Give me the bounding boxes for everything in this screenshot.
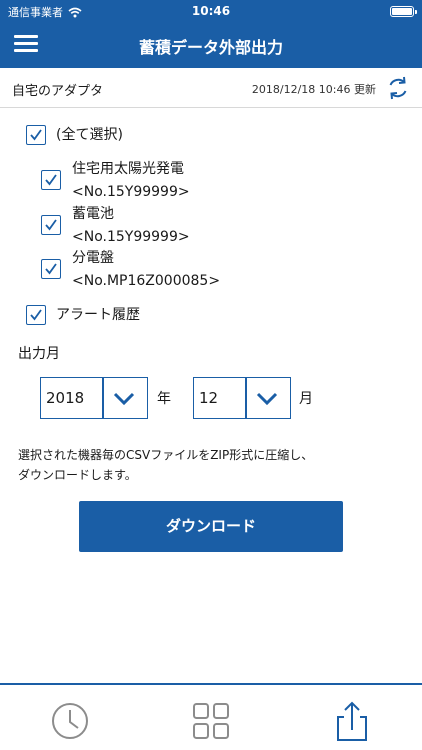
device-serial-solar: <No.15Y99999>: [72, 184, 190, 200]
device-serial-panel: <No.MP16Z000085>: [72, 273, 221, 289]
last-updated: 2018/12/18 10:46 更新: [251, 83, 376, 96]
month-select[interactable]: 12: [193, 377, 291, 419]
tab-menu[interactable]: [189, 699, 233, 743]
year-select[interactable]: 2018: [40, 377, 148, 419]
chevron-down-icon: [256, 392, 278, 406]
tab-bar: [0, 683, 422, 750]
status-time: 10:46: [191, 4, 231, 18]
device-serial-battery: <No.15Y99999>: [72, 229, 190, 245]
share-icon: [337, 701, 367, 741]
battery-icon: [390, 6, 417, 17]
month-value: 12: [199, 389, 219, 407]
device-label-battery: 蓄電池: [72, 206, 114, 222]
refresh-icon: [389, 76, 407, 100]
refresh-button[interactable]: [384, 74, 412, 102]
device-checkbox-solar[interactable]: [41, 170, 61, 190]
device-checkbox-battery[interactable]: [41, 215, 61, 235]
checkmark-icon: [30, 129, 42, 141]
note-line-2: ダウンロードします。: [18, 468, 137, 482]
device-row: 自宅のアダプタ 2018/12/18 10:46 更新: [0, 68, 422, 108]
app-header: 通信事業者 10:46 蓄積データ外部出力: [0, 0, 422, 68]
chevron-down-icon: [113, 392, 135, 406]
nav-bar: 蓄積データ外部出力: [0, 22, 422, 68]
device-name: 自宅のアダプタ: [12, 84, 104, 99]
tab-export[interactable]: [330, 699, 374, 743]
select-all-checkbox[interactable]: [26, 125, 46, 145]
checkmark-icon: [45, 219, 57, 231]
clock-icon: [52, 703, 88, 739]
output-month-label: 出力月: [18, 346, 60, 362]
month-unit: 月: [299, 391, 313, 407]
tab-history[interactable]: [48, 699, 92, 743]
device-label-solar: 住宅用太陽光発電: [72, 161, 184, 177]
alert-history-checkbox[interactable]: [26, 305, 46, 325]
device-checkbox-panel[interactable]: [41, 259, 61, 279]
year-unit: 年: [157, 391, 171, 407]
download-button[interactable]: ダウンロード: [79, 501, 343, 552]
download-note: 選択された機器毎のCSVファイルをZIP形式に圧縮し、 ダウンロードします。: [18, 445, 408, 485]
checkmark-icon: [45, 174, 57, 186]
grid-icon: [193, 703, 229, 739]
device-label-panel: 分電盤: [72, 250, 114, 266]
status-bar: 通信事業者 10:46: [0, 0, 422, 22]
note-line-1: 選択された機器毎のCSVファイルをZIP形式に圧縮し、: [18, 448, 314, 462]
select-divider: [102, 378, 104, 418]
checkmark-icon: [45, 263, 57, 275]
alert-history-label: アラート履歴: [56, 307, 140, 323]
year-value: 2018: [46, 389, 85, 407]
select-all-label: (全て選択): [56, 127, 123, 143]
select-divider: [245, 378, 247, 418]
checkmark-icon: [30, 309, 42, 321]
page-title: 蓄積データ外部出力: [138, 38, 283, 57]
